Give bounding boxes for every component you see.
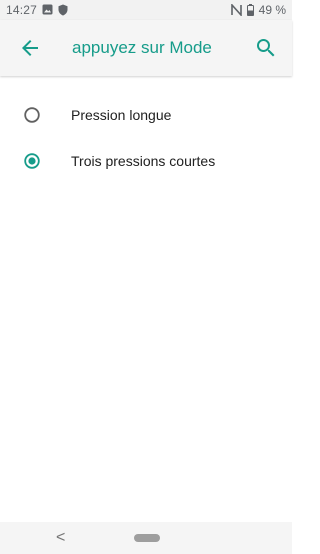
app-toolbar: appuyez sur Mode bbox=[0, 20, 292, 76]
navigation-bar: < bbox=[0, 522, 292, 554]
home-pill-icon[interactable] bbox=[134, 534, 160, 542]
image-icon bbox=[42, 4, 53, 15]
options-list: Pression longue Trois pressions courtes bbox=[0, 92, 292, 184]
battery-icon bbox=[246, 4, 254, 16]
shield-icon bbox=[58, 4, 68, 16]
status-time: 14:27 bbox=[6, 3, 38, 17]
search-icon[interactable] bbox=[254, 36, 278, 60]
battery-level: 49 % bbox=[258, 3, 286, 17]
option-trois-pressions-courtes[interactable]: Trois pressions courtes bbox=[0, 138, 292, 184]
page-title: appuyez sur Mode bbox=[72, 38, 212, 57]
option-label: Pression longue bbox=[71, 107, 172, 123]
nfc-icon bbox=[230, 4, 242, 16]
option-pression-longue[interactable]: Pression longue bbox=[0, 92, 292, 138]
arrow-left-icon[interactable] bbox=[18, 36, 42, 60]
radio-selected-icon[interactable] bbox=[24, 153, 40, 169]
status-bar: 14:27 49 % bbox=[0, 0, 292, 20]
option-label: Trois pressions courtes bbox=[71, 153, 216, 169]
status-right-group: 49 % bbox=[230, 3, 286, 17]
radio-unselected-icon[interactable] bbox=[24, 107, 40, 123]
nav-back-icon[interactable]: < bbox=[56, 529, 65, 547]
